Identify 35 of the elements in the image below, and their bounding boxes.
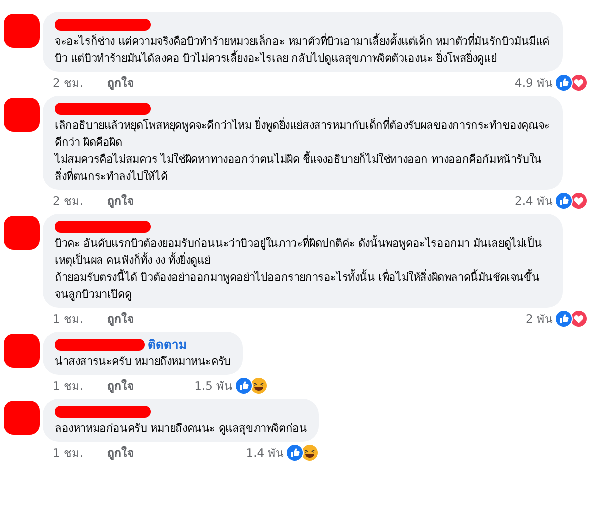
like-link[interactable]: ถูกใจ <box>108 310 135 328</box>
like-link[interactable]: ถูกใจ <box>108 376 135 394</box>
avatar[interactable] <box>4 98 40 132</box>
like-link[interactable]: ถูกใจ <box>108 192 135 210</box>
reaction-count: 4.9 พัน <box>515 74 553 92</box>
thumbs-up-icon <box>555 192 573 210</box>
thumbs-up-icon <box>555 74 573 92</box>
avatar[interactable] <box>4 216 40 250</box>
comment-text: เลิกอธิบายแล้วหยุดโพสหยุดพูดจะดีกว่าไหม ยิ่งพูดยิ่งแย่สงสารหมากับเด็กที่ต้องรับผลของการกระทำของคุณจะดีกว่า ผิดคือผิด <box>55 117 551 151</box>
avatar[interactable] <box>4 401 40 435</box>
reaction-count: 1.4 พัน <box>246 444 284 462</box>
reaction-count: 1.5 พัน <box>194 378 233 394</box>
comment-text: ถ้ายอมรับตรงนี้ได้ บิวต้องอย่าออกมาพูดอย่าไปออกรายการอะไรทั้งนั้น เพื่อไม่ให้สิ่งผิดพลาดนี้มันชัดเจนขึ้นจนลูกบิวมาเปิดดู <box>55 269 541 303</box>
thumbs-up-icon <box>234 376 253 394</box>
laughing-emoji-icon <box>250 376 268 394</box>
reaction-count: 2.4 พัน <box>515 192 553 210</box>
like-link[interactable]: ถูกใจ <box>108 444 135 462</box>
avatar[interactable] <box>4 14 40 48</box>
avatar[interactable] <box>4 334 40 368</box>
like-link[interactable]: ถูกใจ <box>108 74 135 92</box>
comment-time: 1 ชม. <box>53 310 84 328</box>
comment-time: 2 ชม. <box>53 192 84 210</box>
comment-text: ลองหาหมอก่อนครับ หมายถึงคนนะ ดูแลสุขภาพจิตก่อน <box>55 421 308 437</box>
comment-text: จะอะไรก็ช่าง แต่ความจริงคือบิวทำร้ายหมวยเล็กอะ หมาตัวที่บิวเอามาเลี้ยงตั้งแต่เด็ก หมาตัวที่มันรักบิวมันมีแค่บิว แต่บิวทำร้ายมันได้ลงคอ บิวไม่ควรเลี้ยงอะไรเลย กลับไปดูแลสุขภาพจิตตัวเองนะ ยิ่งโพสยิ่งดูแย่ <box>55 33 550 67</box>
comment-time: 1 ชม. <box>53 444 84 462</box>
follow-link[interactable]: ติดตาม <box>148 335 187 354</box>
comment-text: ไม่สมควรคือไม่สมควร ไม่ใช่ผิดหาทางออกว่าตนไม่ผิด ชี้แจงอธิบายก็ไม่ใช่ทางออก ทางออกคือก้มหน้ารับในสิ่งที่ตนกระทำลงไปให้ได้ <box>55 151 543 185</box>
reaction-count: 2 พัน <box>526 310 553 328</box>
laughing-emoji-icon <box>301 444 320 462</box>
comment-time: 1 ชม. <box>53 378 84 394</box>
thumbs-up-icon <box>286 444 304 462</box>
comment-time: 2 ชม. <box>53 74 84 92</box>
comment-text: บิวคะ อันดับแรกบิวต้องยอมรับก่อนนะว่าบิวอยู่ในภาวะที่ผิดปกติค่ะ ดังนั้นพอพูดอะไรออกมา มันเลยดูไม่เป็นเหตุเป็นผล คนฟังก็ทั้ง งง ทั้งยิ่งดูแย่ <box>55 235 544 269</box>
thumbs-up-icon <box>555 310 573 328</box>
comment-text: น่าสงสารนะครับ หมายถึงหมาหนะครับ <box>55 354 231 370</box>
